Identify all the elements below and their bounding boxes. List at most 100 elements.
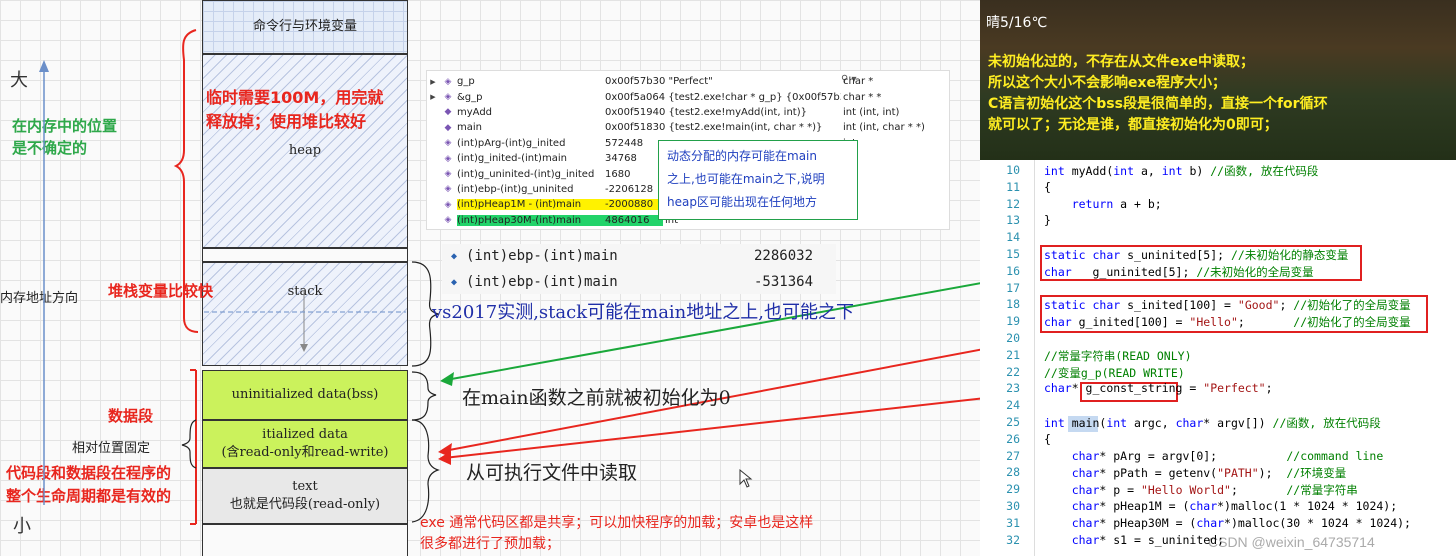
field-icon: ◈ [444, 215, 452, 226]
watch-name: (int)g_uninited-(int)g_inited [457, 168, 595, 180]
code-text: char g_uninited[5]; //未初始化的全局变量 [1044, 264, 1314, 279]
code-line[interactable]: 17 [982, 281, 1456, 298]
code-text: { [1044, 431, 1051, 446]
line-number: 21 [1006, 347, 1020, 362]
line-number: 12 [1006, 196, 1020, 211]
code-line[interactable]: 10 int myAdd(int a, int b) //函数, 放在代码段 [982, 163, 1456, 180]
line-number: 25 [1006, 415, 1020, 429]
watch-value: -2000880 [603, 199, 663, 211]
code-line[interactable]: 16 char g_uninited[5]; //未初始化的全局变量 [982, 264, 1456, 281]
code-line[interactable]: 13} [982, 213, 1456, 230]
watch-row[interactable]: ▶ ◈ &g_p 0x00f5a064 {test2.exe!char * g_p} … [427, 89, 949, 104]
watch-type: char * [843, 76, 874, 88]
green-arrow-head [440, 372, 454, 386]
watch2-row[interactable]: ◆ (int)ebp-(int)main -531364 [442, 270, 836, 294]
code-line[interactable]: 12 return a + b; [982, 197, 1456, 214]
stack-growth-arrowhead [300, 344, 308, 352]
line-number: 20 [1006, 331, 1020, 345]
line-number: 11 [1006, 179, 1020, 194]
code-line[interactable]: 11 { [982, 180, 1456, 197]
variable-icon: ◆ [450, 276, 458, 288]
field-icon: ◈ [444, 184, 452, 195]
code-line[interactable]: 27 char* pArg = argv[0]; //command line [982, 449, 1456, 466]
function-icon: ◆ [444, 107, 452, 118]
code-text: char* p = "Hello World"; //常量字符串 [1071, 483, 1358, 498]
code-text: int main(int argc, char* argv[]) //函数, 放… [1044, 416, 1381, 430]
code-line[interactable]: 14 [982, 230, 1456, 247]
weather-text: 晴5/16℃ [986, 15, 1048, 31]
watch-type: int (int, int) [843, 106, 900, 118]
line-number: 28 [1006, 465, 1020, 480]
code-line[interactable]: 29 char* p = "Hello World"; //常量字符串 [982, 482, 1456, 499]
annotation-vs2017: vs2017实测,stack可能在main地址之上,也可能之下 [432, 302, 854, 323]
field-icon: ◈ [444, 76, 452, 87]
code-line[interactable]: 30 char* pHeap1M = (char*)malloc(1 * 102… [982, 499, 1456, 516]
addr-axis-arrowhead [39, 60, 49, 72]
field-icon: ◈ [444, 153, 452, 164]
code-text: { [1044, 179, 1051, 194]
red-brace [173, 29, 199, 333]
code-text: //常量字符串(READ ONLY) [1044, 348, 1192, 363]
code-text: char* pHeap1M = (char*)malloc(1 * 1024 *… [1071, 499, 1398, 513]
watch-name: main [457, 122, 482, 134]
code-line[interactable]: 23 char* g_const_string = "Perfect"; [982, 381, 1456, 398]
code-text: static char s_uninited[5]; //未初始化的静态变量 [1044, 248, 1349, 262]
code-line[interactable]: 31 char* pHeap30M = (char*)malloc(30 * 1… [982, 516, 1456, 533]
code-text: char* g_const_string = "Perfect"; [1044, 381, 1273, 396]
line-number: 27 [1006, 448, 1020, 463]
code-line[interactable]: 26 { [982, 432, 1456, 449]
field-icon: ◈ [444, 169, 452, 180]
code-text: return a + b; [1071, 196, 1162, 211]
code-text: char* pArg = argv[0]; //command line [1071, 448, 1384, 463]
annotation-exe-read: 从可执行文件中读取 [466, 462, 638, 484]
code-line[interactable]: 15 static char s_uninited[5]; //未初始化的静态变量 [982, 247, 1456, 264]
code-line[interactable]: 20 [982, 331, 1456, 348]
line-number: 14 [1006, 230, 1020, 245]
line-number: 18 [1006, 297, 1020, 312]
line-number: 23 [1006, 381, 1020, 396]
code-editor[interactable]: CSDN @weixin_64735714 10 int myAdd(int a,… [982, 160, 1456, 556]
code-line[interactable]: 22 //变量g_p(READ WRITE) [982, 365, 1456, 382]
watch-value: 0x00f51940 {test2.exe!myAdd(int, int)} [605, 106, 807, 118]
function-icon: ◆ [444, 122, 452, 133]
code-line[interactable]: 28 char* pPath = getenv("PATH"); //环境变量 [982, 465, 1456, 482]
watch-row[interactable]: ▶ ◈ g_p 0x00f57b30 "Perfect" char * [427, 74, 949, 89]
watch-row[interactable]: ◆ main 0x00f51830 {test2.exe!main(int, cha… [427, 120, 949, 135]
code-text: char* pPath = getenv("PATH"); //环境变量 [1071, 466, 1347, 481]
code-line[interactable]: 24 [982, 398, 1456, 415]
banner: 晴5/16℃ 未初始化过的，不存在从文件exe中读取； 所以这个大小不会影响ex… [980, 0, 1456, 160]
line-number: 10 [1006, 163, 1020, 177]
watch2-value: -531364 [754, 274, 814, 290]
watch-value: 0x00f57b30 "Perfect" [605, 76, 713, 88]
black-brace-left [181, 419, 197, 469]
code-text: //变量g_p(READ WRITE) [1044, 365, 1185, 380]
watch-name: (int)pHeap30M-(int)main [457, 214, 603, 226]
watch-row[interactable]: ◆ myAdd 0x00f51940 {test2.exe!myAdd(int, i… [427, 105, 949, 120]
watch2-row[interactable]: ◆ (int)ebp-(int)main 2286032 [442, 244, 836, 268]
line-number: 24 [1006, 398, 1020, 413]
line-number: 22 [1006, 364, 1020, 379]
watch-value: 4864016 [603, 214, 663, 226]
watch-name: (int)pArg-(int)g_inited [457, 137, 566, 149]
banner-text: 未初始化过的，不存在从文件exe中读取； 所以这个大小不会影响exe程序大小； … [988, 54, 1328, 133]
code-line[interactable]: 25 int main(int argc, char* argv[]) //函数,… [982, 415, 1456, 432]
code-line[interactable]: 32 char* s1 = s_uninited; [982, 533, 1456, 550]
expand-icon[interactable]: ▶ [427, 78, 439, 86]
code-line[interactable]: 19 char g_inited[100] = "Hello"; //初始化了的全… [982, 314, 1456, 331]
code-text: int myAdd(int a, int b) //函数, 放在代码段 [1044, 164, 1319, 178]
watch2-name: (int)ebp-(int)main [466, 274, 618, 290]
expand-icon[interactable]: ▶ [427, 93, 439, 101]
code-line[interactable]: 18 static char s_inited[100] = "Good"; //… [982, 297, 1456, 314]
line-number: 31 [1006, 515, 1020, 530]
line-number: 29 [1006, 482, 1020, 497]
code-text: } [1044, 213, 1051, 228]
line-number: 13 [1006, 213, 1020, 228]
watch-value: 0x00f51830 {test2.exe!main(int, char * *… [605, 122, 823, 134]
line-number: 26 [1006, 431, 1020, 446]
watch-name: &g_p [457, 91, 483, 103]
watch2-name: (int)ebp-(int)main [466, 248, 618, 264]
watch-type: char * * [843, 91, 882, 103]
watch-type: int (int, char * *) [843, 122, 925, 134]
code-line[interactable]: 21 //常量字符串(READ ONLY) [982, 348, 1456, 365]
watch2-value: 2286032 [754, 248, 814, 264]
